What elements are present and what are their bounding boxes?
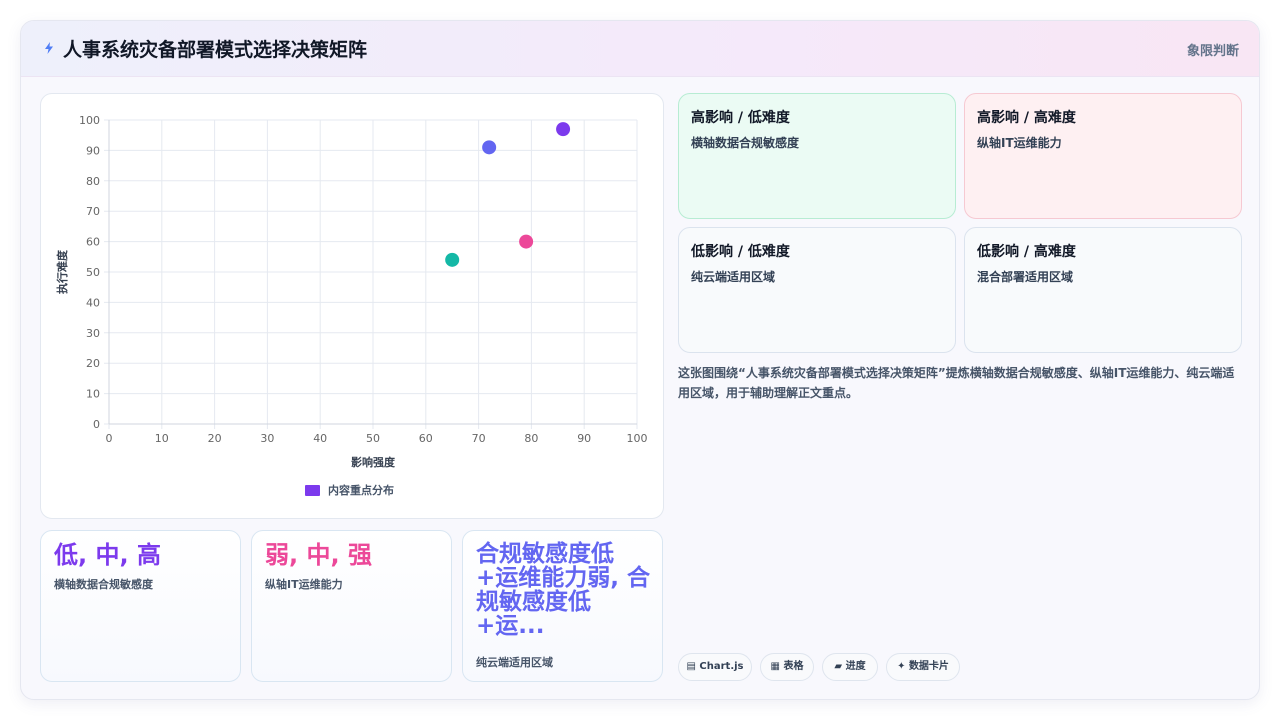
tag-label: 表格 [783, 661, 804, 672]
data-point [556, 122, 571, 137]
sparkle-icon: ✦ [897, 661, 906, 672]
x-tick-label: 20 [208, 432, 222, 445]
stat-card-cloud-zone: 合规敏感度低+运维能力弱, 合规敏感度低+运... 纯云端适用区域 [462, 530, 663, 682]
data-point [482, 140, 497, 155]
y-tick-label: 100 [79, 114, 100, 127]
quadrant-low-impact-high-difficulty: 低影响 / 高难度 混合部署适用区域 [964, 227, 1242, 353]
x-tick-label: 40 [313, 432, 327, 445]
y-tick-label: 10 [86, 388, 100, 401]
stat-card-x-axis: 低, 中, 高 横轴数据合规敏感度 [40, 530, 241, 682]
quadrant-title: 低影响 / 低难度 [691, 244, 790, 260]
quadrant-high-impact-high-difficulty: 高影响 / 高难度 纵轴IT运维能力 [964, 93, 1242, 219]
x-tick-label: 60 [419, 432, 433, 445]
quadrant-subtitle: 纯云端适用区域 [691, 270, 776, 284]
y-axis-label: 执行难度 [55, 249, 69, 294]
scatter-chart: 0 10 20 30 40 50 60 70 80 90 100 0 10 20 30 40 50 60 70 80 9… [55, 114, 648, 497]
stat-label: 横轴数据合规敏感度 [54, 578, 153, 591]
chart-icon: ▤ [686, 661, 696, 672]
dashboard-card: 人事系统灾备部署模式选择决策矩阵 象限判断 0 10 20 30 40 50 60 70 80 9… [20, 20, 1260, 700]
progress-icon: ▰ [834, 661, 843, 672]
x-tick-label: 70 [472, 432, 486, 445]
quadrant-title: 低影响 / 高难度 [977, 244, 1076, 260]
legend-swatch [305, 485, 320, 496]
y-tick-label: 40 [86, 296, 100, 309]
tag-label: Chart.js [699, 661, 744, 672]
x-tick-label: 30 [260, 432, 274, 445]
lightning-icon [45, 42, 53, 54]
tag-table[interactable]: ▦ 表格 [760, 653, 814, 681]
quadrant-subtitle: 纵轴IT运维能力 [977, 136, 1062, 150]
y-tick-label: 50 [86, 266, 100, 279]
x-tick-label: 0 [106, 432, 113, 445]
stat-value: 合规敏感度低+运维能力弱, 合规敏感度低+运... [476, 541, 651, 639]
header-right-label: 象限判断 [1186, 44, 1239, 59]
tag-label: 进度 [845, 661, 866, 672]
y-tick-label: 60 [86, 236, 100, 249]
x-axis-label: 影响强度 [351, 455, 396, 469]
y-tick-label: 0 [93, 418, 100, 431]
x-tick-label: 90 [577, 432, 591, 445]
x-tick-label: 10 [155, 432, 169, 445]
stat-card-y-axis: 弱, 中, 强 纵轴IT运维能力 [251, 530, 452, 682]
quadrant-high-impact-low-difficulty: 高影响 / 低难度 横轴数据合规敏感度 [678, 93, 956, 219]
quadrant-subtitle: 横轴数据合规敏感度 [691, 136, 800, 150]
y-tick-label: 20 [86, 357, 100, 370]
stat-label: 纵轴IT运维能力 [265, 578, 343, 591]
x-tick-label: 50 [366, 432, 380, 445]
header: 人事系统灾备部署模式选择决策矩阵 象限判断 [21, 21, 1259, 77]
x-tick-label: 100 [627, 432, 648, 445]
quadrant-low-impact-low-difficulty: 低影响 / 低难度 纯云端适用区域 [678, 227, 956, 353]
page-title: 人事系统灾备部署模式选择决策矩阵 [63, 39, 368, 61]
chart-description: 这张图围绕“人事系统灾备部署模式选择决策矩阵”提炼横轴数据合规敏感度、纵轴IT运… [678, 366, 1235, 400]
stat-value: 弱, 中, 强 [265, 541, 372, 569]
y-tick-label: 70 [86, 205, 100, 218]
tag-label: 数据卡片 [908, 661, 949, 672]
tag-progress[interactable]: ▰ 进度 [822, 653, 878, 681]
tag-chartjs[interactable]: ▤ Chart.js [678, 653, 752, 681]
data-point [519, 234, 534, 249]
table-icon: ▦ [770, 661, 780, 672]
quadrant-subtitle: 混合部署适用区域 [977, 270, 1074, 284]
y-tick-label: 90 [86, 144, 100, 157]
data-point [445, 252, 460, 267]
y-tick-label: 80 [86, 175, 100, 188]
stat-value: 低, 中, 高 [54, 541, 161, 569]
legend-label: 内容重点分布 [328, 483, 394, 497]
quadrant-title: 高影响 / 高难度 [977, 110, 1076, 126]
y-tick-label: 30 [86, 327, 100, 340]
stat-label: 纯云端适用区域 [476, 656, 553, 669]
quadrant-title: 高影响 / 低难度 [691, 110, 790, 126]
tag-data-card[interactable]: ✦ 数据卡片 [886, 653, 960, 681]
scatter-chart-panel: 0 10 20 30 40 50 60 70 80 90 100 0 10 20 30 40 50 60 70 80 9… [40, 93, 664, 519]
x-tick-label: 80 [524, 432, 538, 445]
